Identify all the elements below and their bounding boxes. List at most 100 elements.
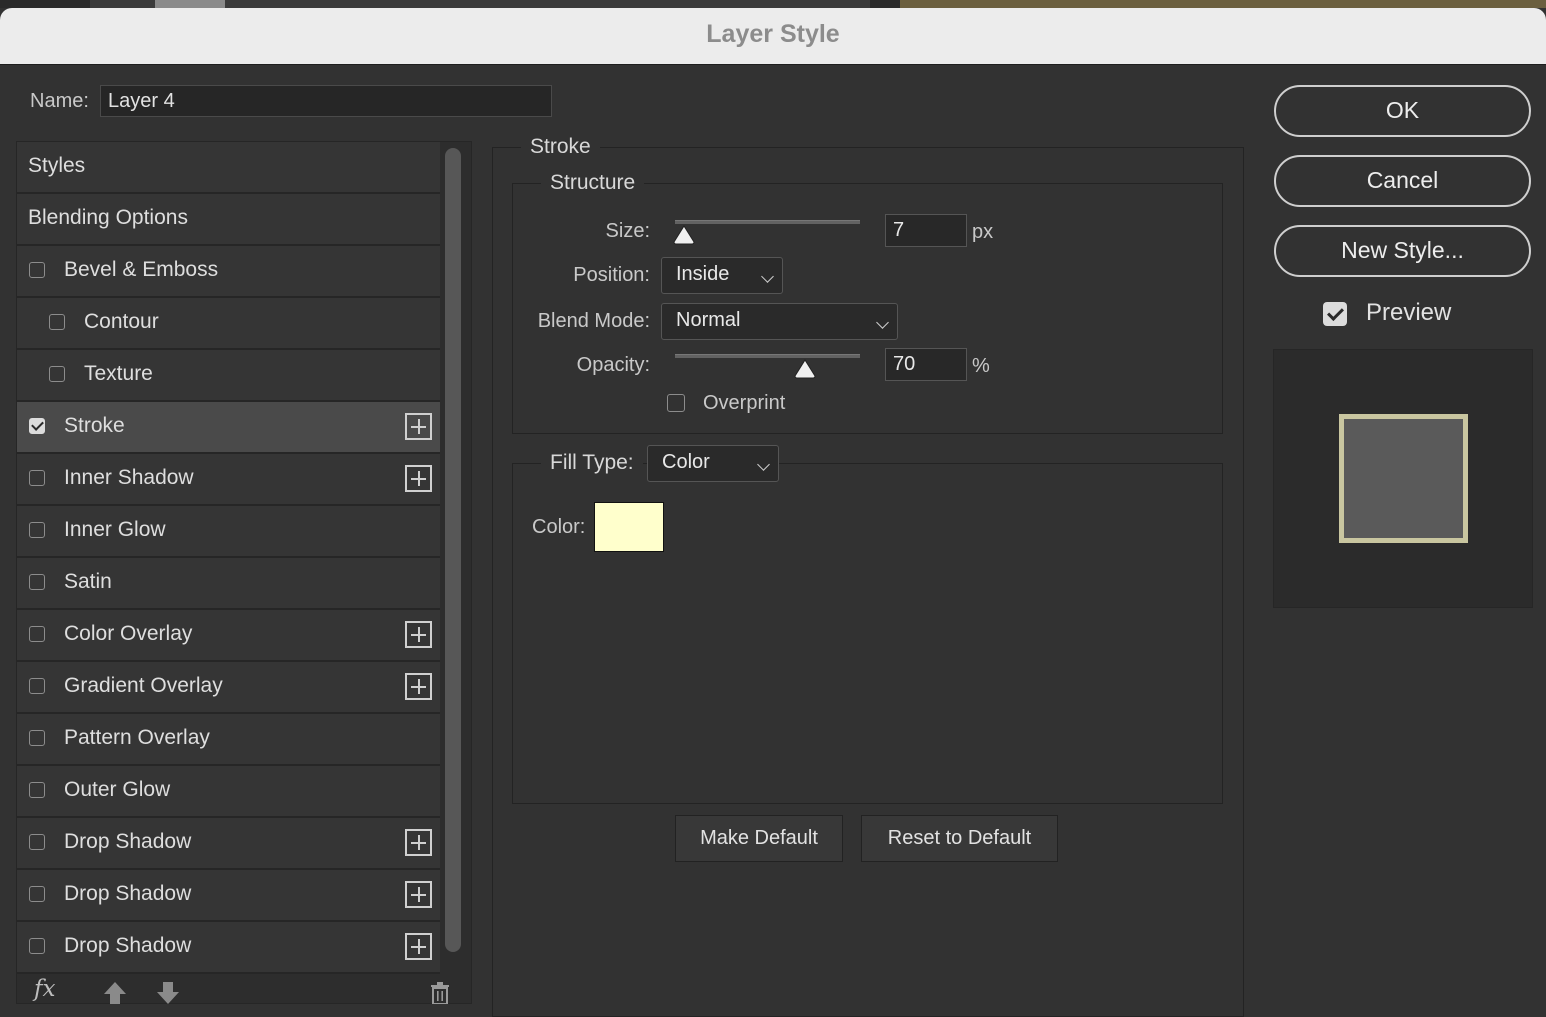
style-preview-panel: [1273, 349, 1533, 608]
style-row-label: Outer Glow: [64, 778, 171, 801]
style-checkbox[interactable]: [29, 418, 45, 434]
styles-list-panel: Styles Blending Options Bevel & Emboss Cont…: [16, 141, 472, 1004]
style-row-label: Drop Shadow: [64, 882, 192, 905]
position-value: Inside: [676, 263, 730, 285]
style-row-label: Drop Shadow: [64, 934, 192, 957]
style-checkbox[interactable]: [29, 938, 45, 954]
fill-type-label: Fill Type:: [541, 451, 643, 475]
chevron-down-icon: [761, 270, 774, 283]
style-row-label: Color Overlay: [64, 622, 193, 645]
preview-label: Preview: [1366, 299, 1452, 326]
overprint-checkbox[interactable]: [667, 394, 685, 412]
add-effect-icon[interactable]: [405, 465, 432, 492]
size-unit: px: [972, 221, 994, 243]
fx-icon[interactable]: fx: [34, 976, 55, 1002]
new-style-button[interactable]: New Style...: [1274, 225, 1531, 277]
style-row-texture[interactable]: Texture: [17, 350, 440, 402]
style-row-label: Inner Glow: [64, 518, 166, 541]
style-row-label: Styles: [28, 154, 86, 177]
opacity-label: Opacity:: [576, 354, 650, 376]
style-checkbox[interactable]: [29, 782, 45, 798]
style-checkbox[interactable]: [29, 470, 45, 486]
size-slider-track[interactable]: [675, 220, 860, 224]
fill-type-select[interactable]: Color: [647, 445, 779, 482]
style-row-satin[interactable]: Satin: [17, 558, 440, 610]
make-default-button[interactable]: Make Default: [675, 815, 843, 862]
style-row-inner-shadow[interactable]: Inner Shadow: [17, 454, 440, 506]
structure-group-title: Structure: [541, 171, 645, 195]
style-row-gradient-overlay[interactable]: Gradient Overlay: [17, 662, 440, 714]
canvas-strip: [900, 0, 1546, 8]
layer-thumbnail-strip: [155, 0, 225, 8]
style-checkbox[interactable]: [29, 886, 45, 902]
opacity-input[interactable]: 70: [885, 348, 967, 381]
style-row-label: Blending Options: [28, 206, 188, 229]
chevron-down-icon: [876, 316, 889, 329]
stroke-group-title: Stroke: [521, 135, 600, 159]
background-app-strip: [0, 0, 1546, 8]
style-checkbox[interactable]: [29, 834, 45, 850]
blend-mode-select[interactable]: Normal: [661, 303, 898, 340]
stroke-color-swatch[interactable]: [594, 502, 664, 552]
scrollbar-thumb[interactable]: [445, 148, 461, 952]
add-effect-icon[interactable]: [405, 881, 432, 908]
style-row-drop-shadow[interactable]: Drop Shadow: [17, 870, 440, 922]
style-checkbox[interactable]: [29, 626, 45, 642]
style-preview-thumbnail: [1339, 414, 1468, 543]
name-input[interactable]: Layer 4: [100, 85, 552, 117]
size-input[interactable]: 7: [885, 214, 967, 247]
style-checkbox[interactable]: [29, 574, 45, 590]
style-checkbox[interactable]: [29, 678, 45, 694]
style-row-label: Pattern Overlay: [64, 726, 210, 749]
add-effect-icon[interactable]: [405, 829, 432, 856]
fill-type-value: Color: [662, 451, 710, 473]
style-checkbox[interactable]: [49, 314, 65, 330]
styles-list-toolbar: fx: [16, 968, 472, 1004]
style-row-stroke[interactable]: Stroke: [17, 402, 440, 454]
position-select[interactable]: Inside: [661, 257, 783, 294]
style-row-contour[interactable]: Contour: [17, 298, 440, 350]
style-row-label: Gradient Overlay: [64, 674, 223, 697]
style-row-label: Satin: [64, 570, 112, 593]
style-checkbox[interactable]: [49, 366, 65, 382]
style-checkbox[interactable]: [29, 730, 45, 746]
style-row-label: Texture: [84, 362, 153, 385]
style-row-pattern-overlay[interactable]: Pattern Overlay: [17, 714, 440, 766]
style-row-bevel-emboss[interactable]: Bevel & Emboss: [17, 246, 440, 298]
cancel-button[interactable]: Cancel: [1274, 155, 1531, 207]
style-row-label: Contour: [84, 310, 159, 333]
styles-list: Styles Blending Options Bevel & Emboss Cont…: [17, 142, 440, 974]
style-checkbox[interactable]: [29, 522, 45, 538]
preview-checkbox[interactable]: [1323, 302, 1347, 326]
style-row-label: Inner Shadow: [64, 466, 194, 489]
style-row-color-overlay[interactable]: Color Overlay: [17, 610, 440, 662]
style-row-drop-shadow[interactable]: Drop Shadow: [17, 818, 440, 870]
add-effect-icon[interactable]: [405, 621, 432, 648]
styles-list-scrollbar[interactable]: [443, 146, 463, 954]
blend-mode-value: Normal: [676, 309, 741, 331]
add-effect-icon[interactable]: [405, 413, 432, 440]
opacity-slider-track[interactable]: [675, 354, 860, 358]
add-effect-icon[interactable]: [405, 673, 432, 700]
name-label: Name:: [30, 90, 89, 112]
style-row-label: Stroke: [64, 414, 125, 437]
style-row-label: Bevel & Emboss: [64, 258, 219, 281]
trash-icon[interactable]: [430, 982, 450, 1004]
size-label: Size:: [605, 220, 650, 242]
style-row-blending-options[interactable]: Blending Options: [17, 194, 440, 246]
ok-button[interactable]: OK: [1274, 85, 1531, 137]
style-row-drop-shadow[interactable]: Drop Shadow: [17, 922, 440, 974]
add-effect-icon[interactable]: [405, 933, 432, 960]
style-row-label: Drop Shadow: [64, 830, 192, 853]
style-row-styles[interactable]: Styles: [17, 142, 440, 194]
style-checkbox[interactable]: [29, 262, 45, 278]
dialog-title: Layer Style: [706, 20, 840, 48]
style-row-outer-glow[interactable]: Outer Glow: [17, 766, 440, 818]
style-row-inner-glow[interactable]: Inner Glow: [17, 506, 440, 558]
reset-to-default-button[interactable]: Reset to Default: [861, 815, 1058, 862]
dialog-titlebar[interactable]: Layer Style: [0, 8, 1546, 65]
chevron-down-icon: [757, 458, 770, 471]
position-label: Position:: [573, 264, 650, 286]
opacity-unit: %: [972, 355, 990, 377]
color-label: Color:: [532, 516, 586, 538]
